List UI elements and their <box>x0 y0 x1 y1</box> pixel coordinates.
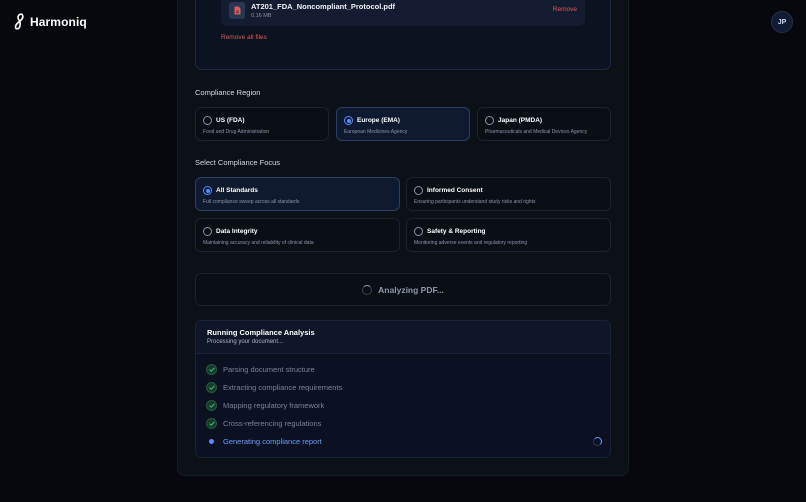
check-icon <box>206 382 217 393</box>
option-label: Europe (EMA) <box>357 117 400 124</box>
region-option-europe[interactable]: Europe (EMA) European Medicines Agency <box>336 107 470 141</box>
progress-title: Running Compliance Analysis <box>207 328 315 337</box>
option-description: European Medicines Agency <box>344 129 408 135</box>
analyze-button-label: Analyzing PDF... <box>378 284 444 295</box>
progress-step-active: Generating compliance report <box>206 436 602 448</box>
option-label: Japan (PMDA) <box>498 117 543 124</box>
file-size: 0.16 MB <box>251 13 272 19</box>
progress-step: Cross-referencing regulations <box>206 418 602 430</box>
loading-spinner-icon <box>362 284 373 295</box>
loading-spinner-icon <box>593 437 602 446</box>
remove-file-button[interactable]: Remove <box>553 6 577 13</box>
option-label: All Standards <box>216 187 258 194</box>
focus-option-data-integrity[interactable]: Data Integrity Maintaining accuracy and … <box>195 218 400 252</box>
active-dot-icon <box>209 439 214 444</box>
option-description: Maintaining accuracy and reliability of … <box>203 240 314 246</box>
app-name: Harmoniq <box>30 14 87 29</box>
step-label: Extracting compliance requirements <box>223 383 343 392</box>
check-icon <box>206 364 217 375</box>
step-label: Parsing document structure <box>223 365 315 374</box>
option-description: Ensuring participants understand study r… <box>414 199 536 205</box>
focus-section-title: Select Compliance Focus <box>195 158 281 167</box>
option-description: Full compliance sweep across all standar… <box>203 199 300 205</box>
progress-step: Mapping regulatory framework <box>206 400 602 412</box>
progress-subtitle: Processing your document... <box>207 339 284 345</box>
remove-all-files-button[interactable]: Remove all files <box>221 34 267 41</box>
radio-icon[interactable] <box>344 116 353 125</box>
option-description: Food and Drug Administration <box>203 129 270 135</box>
analysis-progress-card: Running Compliance Analysis Processing y… <box>195 320 611 458</box>
option-label: Safety & Reporting <box>427 228 486 235</box>
radio-icon[interactable] <box>203 116 212 125</box>
focus-option-safety-reporting[interactable]: Safety & Reporting Monitoring adverse ev… <box>406 218 611 252</box>
region-option-us[interactable]: US (FDA) Food and Drug Administration <box>195 107 329 141</box>
option-label: Data Integrity <box>216 228 258 235</box>
radio-icon[interactable] <box>203 227 212 236</box>
app-logo[interactable]: Harmoniq <box>14 13 87 30</box>
radio-icon[interactable] <box>414 227 423 236</box>
uploaded-file-row: AT201_FDA_Noncompliant_Protocol.pdf 0.16… <box>221 0 585 26</box>
progress-header: Running Compliance Analysis Processing y… <box>196 321 610 354</box>
radio-icon[interactable] <box>485 116 494 125</box>
radio-icon[interactable] <box>414 186 423 195</box>
check-icon <box>206 418 217 429</box>
focus-option-informed-consent[interactable]: Informed Consent Ensuring participants u… <box>406 177 611 211</box>
option-description: Monitoring adverse events and regulatory… <box>414 240 528 246</box>
region-option-japan[interactable]: Japan (PMDA) Pharmaceuticals and Medical… <box>477 107 611 141</box>
file-name: AT201_FDA_Noncompliant_Protocol.pdf <box>251 2 396 11</box>
progress-step: Extracting compliance requirements <box>206 382 602 394</box>
focus-option-all-standards[interactable]: All Standards Full compliance sweep acro… <box>195 177 400 211</box>
step-label: Mapping regulatory framework <box>223 401 325 410</box>
harmoniq-logo-icon <box>14 13 24 30</box>
pdf-file-icon <box>229 2 245 19</box>
step-label: Cross-referencing regulations <box>223 419 322 428</box>
option-label: Informed Consent <box>427 187 483 194</box>
radio-icon[interactable] <box>203 186 212 195</box>
check-icon <box>206 400 217 411</box>
region-section-title: Compliance Region <box>195 88 261 97</box>
progress-step: Parsing document structure <box>206 364 602 376</box>
user-avatar[interactable]: JP <box>771 11 793 33</box>
analyze-button[interactable]: Analyzing PDF... <box>195 273 611 306</box>
option-description: Pharmaceuticals and Medical Devices Agen… <box>485 129 588 135</box>
step-label: Generating compliance report <box>223 437 322 446</box>
option-label: US (FDA) <box>216 117 245 124</box>
